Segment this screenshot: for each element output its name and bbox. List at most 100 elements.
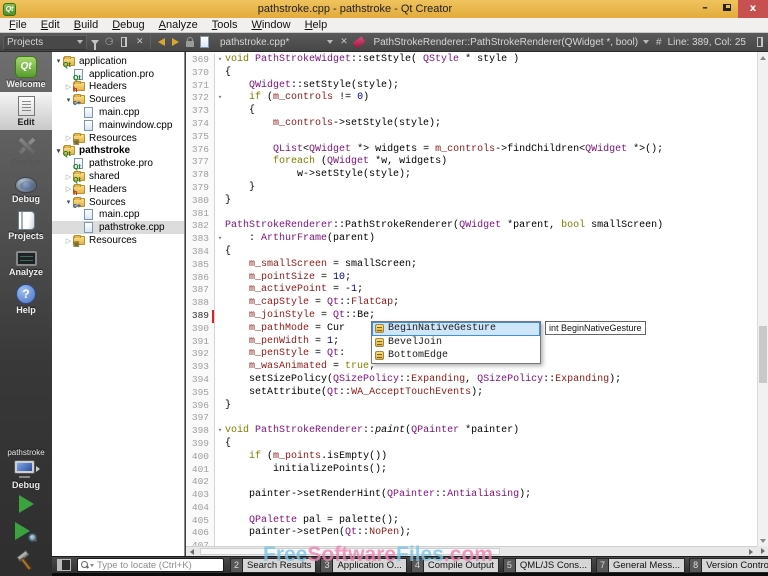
line-number[interactable]: 373	[186, 105, 212, 118]
fold-marker-icon[interactable]: ▾	[215, 233, 225, 246]
code-line-403[interactable]: 403 painter->setRenderHint(QPainter::Ant…	[186, 489, 757, 502]
line-number[interactable]: 405	[186, 515, 212, 528]
code-line-404[interactable]: 404	[186, 502, 757, 515]
line-number[interactable]: 393	[186, 361, 212, 374]
tree-expander-icon[interactable]: ▷	[64, 83, 73, 91]
code-line-379[interactable]: 379 }	[186, 182, 757, 195]
code-line-399[interactable]: 399{	[186, 438, 757, 451]
code-line-402[interactable]: 402	[186, 476, 757, 489]
line-number[interactable]: 375	[186, 131, 212, 144]
horizontal-scroll-thumb[interactable]	[200, 548, 500, 555]
line-number[interactable]: 395	[186, 387, 212, 400]
fold-marker-icon[interactable]: ▾	[215, 92, 225, 105]
line-number[interactable]: 387	[186, 284, 212, 297]
code-line-387[interactable]: 387 m_activePoint = -1;	[186, 284, 757, 297]
mode-debug[interactable]: Debug	[0, 170, 52, 207]
code-line-395[interactable]: 395 setAttribute(Qt::WA_AcceptTouchEvent…	[186, 387, 757, 400]
code-line-381[interactable]: 381	[186, 208, 757, 221]
open-document-tab[interactable]: pathstroke.cpp*	[216, 35, 337, 50]
code-line-396[interactable]: 396}	[186, 400, 757, 413]
tree-expander-icon[interactable]: ▷	[64, 173, 73, 181]
tree-expander-icon[interactable]: ▾	[54, 147, 63, 155]
line-number[interactable]: 372	[186, 92, 212, 105]
scroll-up-button[interactable]	[758, 52, 768, 63]
scroll-left-button[interactable]	[186, 547, 198, 556]
tree-item-mainwindow-cpp[interactable]: mainwindow.cpp	[52, 119, 184, 132]
line-number[interactable]: 389	[186, 310, 212, 323]
mode-projects[interactable]: Projects	[0, 207, 52, 244]
menu-window[interactable]: Window	[244, 18, 297, 32]
code-line-405[interactable]: 405 QPalette pal = palette();	[186, 515, 757, 528]
code-line-382[interactable]: 382PathStrokeRenderer::PathStrokeRendere…	[186, 220, 757, 233]
build-button[interactable]	[0, 546, 52, 576]
split-editor-button[interactable]	[752, 35, 768, 50]
code-line-398[interactable]: 398▾void PathStrokeRenderer::paint(QPain…	[186, 425, 757, 438]
tree-item-pathstroke-cpp[interactable]: pathstroke.cpp	[52, 221, 184, 234]
code-line-378[interactable]: 378 w->setStyle(style);	[186, 169, 757, 182]
mode-help[interactable]: ?Help	[0, 280, 52, 318]
tree-expander-icon[interactable]: ▷	[64, 134, 73, 142]
output-pane-application-o-[interactable]: 3Application O...	[320, 558, 406, 573]
mode-design[interactable]: Design	[0, 130, 52, 170]
line-number[interactable]: 384	[186, 246, 212, 259]
line-number[interactable]: 400	[186, 451, 212, 464]
horizontal-scrollbar[interactable]	[186, 546, 757, 556]
line-number[interactable]: 403	[186, 489, 212, 502]
code-line-406[interactable]: 406 painter->setPen(Qt::NoPen);	[186, 527, 757, 540]
output-pane-general-mess-[interactable]: 7General Mess...	[596, 558, 685, 573]
vertical-scrollbar[interactable]	[757, 52, 768, 546]
line-number[interactable]: 398	[186, 425, 212, 438]
line-number[interactable]: 380	[186, 195, 212, 208]
mode-edit[interactable]: Edit	[0, 92, 52, 130]
line-number[interactable]: 401	[186, 464, 212, 477]
line-number[interactable]: 371	[186, 80, 212, 93]
line-number[interactable]: 379	[186, 182, 212, 195]
completion-item-bottomedge[interactable]: BottomEdge	[372, 349, 540, 363]
menu-edit[interactable]: Edit	[34, 18, 67, 32]
line-number[interactable]: 402	[186, 476, 212, 489]
code-line-384[interactable]: 384{	[186, 246, 757, 259]
output-pane-search-results[interactable]: 2Search Results	[230, 558, 316, 573]
line-number[interactable]: 397	[186, 412, 212, 425]
tree-item-application-pro[interactable]: Qtapplication.pro	[52, 68, 184, 81]
line-number[interactable]: 376	[186, 144, 212, 157]
close-document-button[interactable]: ✕	[337, 35, 352, 50]
tree-expander-icon[interactable]: ▷	[64, 185, 73, 193]
tree-item-shared[interactable]: ▷Qtshared	[52, 170, 184, 183]
menu-file[interactable]: File	[2, 18, 34, 32]
line-number[interactable]: 377	[186, 156, 212, 169]
line-number[interactable]: 369	[186, 54, 212, 67]
line-number[interactable]: 385	[186, 259, 212, 272]
tree-item-headers[interactable]: ▷hHeaders	[52, 81, 184, 94]
tree-item-main-cpp[interactable]: main.cpp	[52, 209, 184, 222]
navigation-pane-selector[interactable]: Projects	[3, 35, 87, 50]
close-pane-button[interactable]: ✕	[132, 35, 147, 50]
sync-with-editor-button[interactable]: ⚆	[102, 35, 117, 50]
scroll-down-button[interactable]	[758, 535, 768, 546]
line-number[interactable]: 386	[186, 272, 212, 285]
code-line-383[interactable]: 383▾ : ArthurFrame(parent)	[186, 233, 757, 246]
tree-item-resources[interactable]: ▷▣Resources	[52, 132, 184, 145]
tree-item-headers[interactable]: ▷hHeaders	[52, 183, 184, 196]
menu-analyze[interactable]: Analyze	[152, 18, 205, 32]
code-line-373[interactable]: 373 {	[186, 105, 757, 118]
close-button[interactable]: x	[738, 0, 768, 18]
tree-item-sources[interactable]: ▾c+Sources	[52, 196, 184, 209]
tree-expander-icon[interactable]: ▷	[64, 237, 73, 245]
code-line-400[interactable]: 400 if (m_points.isEmpty())	[186, 451, 757, 464]
debug-run-button[interactable]	[0, 518, 52, 546]
code-line-385[interactable]: 385 m_smallScreen = smallScreen;	[186, 259, 757, 272]
locator-input[interactable]	[97, 560, 220, 571]
menu-tools[interactable]: Tools	[205, 18, 245, 32]
code-line-372[interactable]: 372▾ if (m_controls != 0)	[186, 92, 757, 105]
scroll-right-button[interactable]	[745, 547, 757, 556]
code-line-380[interactable]: 380}	[186, 195, 757, 208]
fold-marker-icon[interactable]: ▾	[215, 54, 225, 67]
line-number[interactable]: 370	[186, 67, 212, 80]
line-number[interactable]: 406	[186, 527, 212, 540]
line-number[interactable]: 404	[186, 502, 212, 515]
kit-selector[interactable]: Debug	[0, 457, 52, 490]
code-line-394[interactable]: 394 setSizePolicy(QSizePolicy::Expanding…	[186, 374, 757, 387]
tree-item-resources[interactable]: ▷▣Resources	[52, 234, 184, 247]
code-editor[interactable]: 369▾void PathStrokeWidget::setStyle( QSt…	[186, 52, 768, 556]
